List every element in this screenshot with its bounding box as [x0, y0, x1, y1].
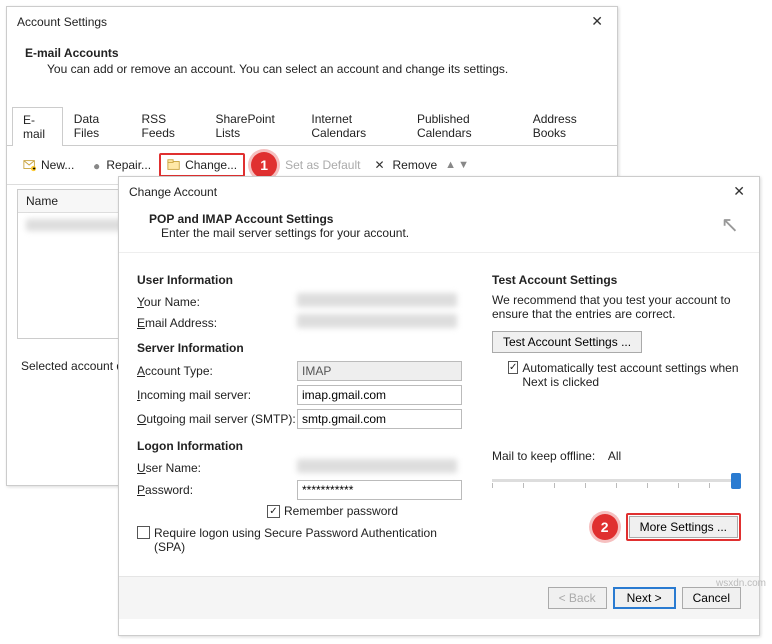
folder-change-icon	[167, 158, 181, 172]
arrow-up-icon[interactable]: ▲	[445, 159, 456, 171]
dialog-button-row: < Back Next > Cancel	[119, 576, 759, 619]
repair-button[interactable]: Repair...	[82, 155, 157, 175]
callout-1: 1	[251, 152, 277, 178]
dialog-titlebar: Change Account ✕	[119, 177, 759, 206]
callout-2: 2	[592, 514, 618, 540]
change-label: Change...	[185, 158, 237, 172]
titlebar: Account Settings ✕	[7, 7, 617, 36]
remove-button[interactable]: ✕ Remove	[368, 155, 443, 175]
remove-icon: ✕	[374, 158, 388, 172]
account-type-field	[297, 361, 462, 381]
dialog-body: User Information Your Name: Email Addres…	[119, 253, 759, 576]
svg-text:✦: ✦	[32, 166, 36, 172]
wrench-icon	[88, 158, 102, 172]
section-heading: E-mail Accounts	[7, 36, 617, 60]
incoming-server-field[interactable]	[297, 385, 462, 405]
slider-ticks	[492, 483, 741, 488]
side-watermark: wsxdn.com	[716, 578, 766, 589]
user-info-heading: User Information	[137, 273, 462, 287]
email-label: Email Address:	[137, 316, 297, 330]
cancel-button[interactable]: Cancel	[682, 587, 741, 609]
server-info-heading: Server Information	[137, 341, 462, 355]
outgoing-label: Outgoing mail server (SMTP):	[137, 412, 297, 426]
password-field[interactable]	[297, 480, 462, 500]
remove-label: Remove	[392, 158, 437, 172]
section-subtext: You can add or remove an account. You ca…	[7, 60, 617, 86]
tab-email[interactable]: E-mail	[12, 107, 63, 146]
logon-info-heading: Logon Information	[137, 439, 462, 453]
tab-pubcal[interactable]: Published Calendars	[406, 106, 522, 145]
cursor-icon: ↖	[721, 212, 739, 238]
username-label: User Name:	[137, 461, 297, 475]
your-name-label: Your Name:	[137, 295, 297, 309]
mail-keep-slider[interactable]	[492, 469, 741, 493]
new-label: New...	[41, 158, 74, 172]
test-heading: Test Account Settings	[492, 273, 741, 287]
mail-keep-label: Mail to keep offline:	[492, 449, 595, 463]
slider-track	[492, 479, 741, 482]
auto-test-checkbox[interactable]: ✓	[508, 361, 518, 374]
default-label: Set as Default	[285, 158, 360, 172]
email-value	[297, 314, 457, 328]
set-default-button[interactable]: Set as Default	[279, 155, 366, 175]
next-button[interactable]: Next >	[613, 587, 676, 609]
test-desc: We recommend that you test your account …	[492, 293, 741, 321]
account-type-label: Account Type:	[137, 364, 297, 378]
change-button[interactable]: Change...	[159, 153, 245, 177]
dialog-subtext: Enter the mail server settings for your …	[161, 226, 409, 240]
more-settings-highlight: More Settings ...	[626, 513, 741, 541]
back-button[interactable]: < Back	[548, 587, 607, 609]
arrow-down-icon[interactable]: ▼	[458, 159, 469, 171]
password-label: Password:	[137, 483, 297, 497]
mail-keep-row: Mail to keep offline: All	[492, 449, 741, 463]
spa-label: Require logon using Secure Password Auth…	[154, 526, 454, 554]
tab-inetcal[interactable]: Internet Calendars	[300, 106, 406, 145]
username-value	[297, 459, 457, 473]
more-settings-button[interactable]: More Settings ...	[629, 516, 738, 538]
spa-checkbox[interactable]	[137, 526, 150, 539]
tab-rss[interactable]: RSS Feeds	[131, 106, 205, 145]
tab-datafiles[interactable]: Data Files	[63, 106, 131, 145]
new-button[interactable]: ✦ New...	[17, 155, 80, 175]
test-account-button[interactable]: Test Account Settings ...	[492, 331, 642, 353]
tabs: E-mail Data Files RSS Feeds SharePoint L…	[7, 106, 617, 146]
right-column: Test Account Settings We recommend that …	[492, 263, 741, 558]
dialog-header-block: POP and IMAP Account Settings Enter the …	[149, 212, 409, 240]
dialog-heading: POP and IMAP Account Settings	[149, 212, 409, 226]
tab-sharepoint[interactable]: SharePoint Lists	[204, 106, 300, 145]
left-column: User Information Your Name: Email Addres…	[137, 263, 462, 558]
slider-thumb[interactable]	[731, 473, 741, 489]
tab-addrbooks[interactable]: Address Books	[522, 106, 612, 145]
auto-test-label: Automatically test account settings when…	[522, 361, 741, 389]
remember-password-checkbox[interactable]: ✓	[267, 505, 280, 518]
close-icon[interactable]: ✕	[729, 183, 749, 200]
window-title: Account Settings	[17, 15, 107, 29]
close-icon[interactable]: ✕	[587, 13, 607, 30]
mail-keep-value: All	[608, 449, 621, 463]
remember-password-label: Remember password	[284, 504, 398, 518]
dialog-title: Change Account	[129, 185, 217, 199]
repair-label: Repair...	[106, 158, 151, 172]
your-name-value	[297, 293, 457, 307]
incoming-label: Incoming mail server:	[137, 388, 297, 402]
change-account-dialog: Change Account ✕ POP and IMAP Account Se…	[118, 176, 760, 636]
outgoing-server-field[interactable]	[297, 409, 462, 429]
mail-new-icon: ✦	[23, 158, 37, 172]
